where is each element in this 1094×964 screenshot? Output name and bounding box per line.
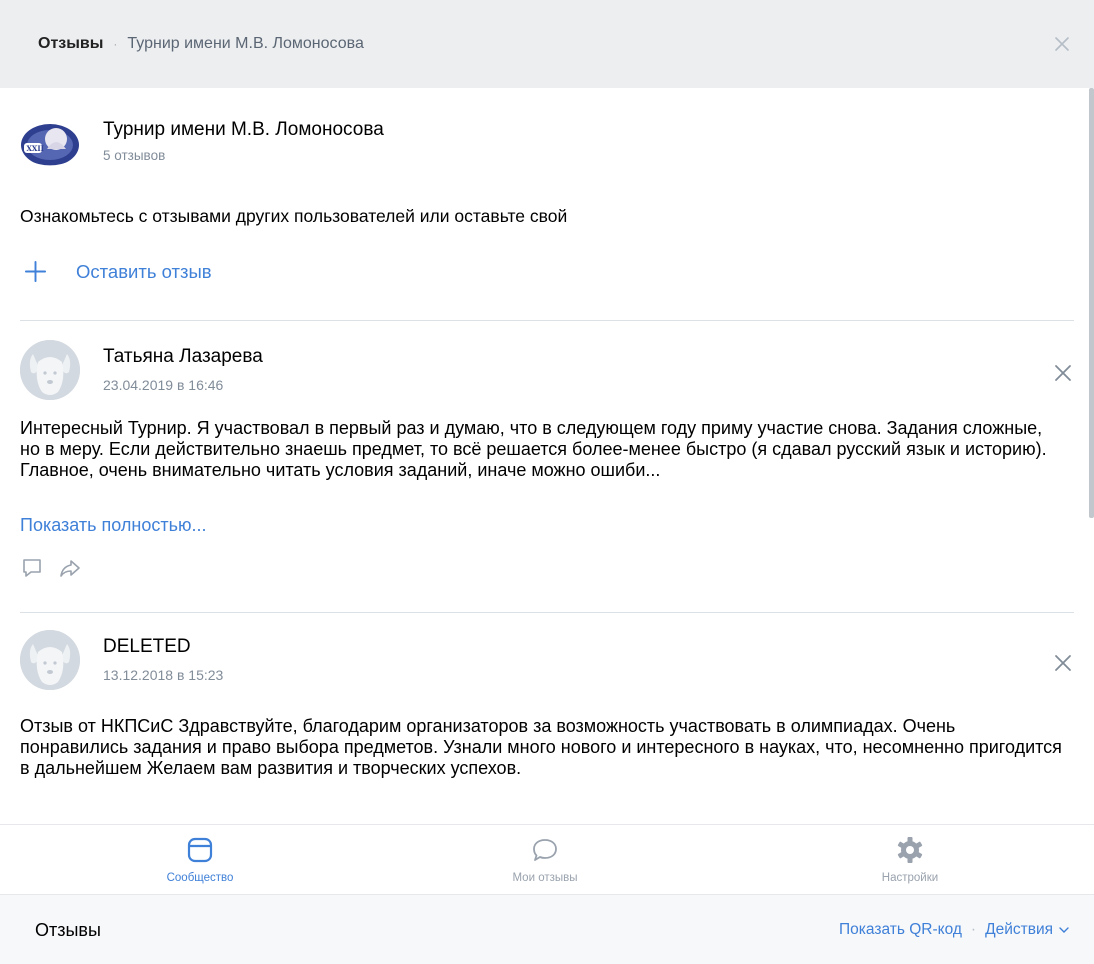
review-item: DELETED 13.12.2018 в 15:23 Отзыв от НКПС… [20,630,1080,824]
tab-my-reviews[interactable]: Мои отзывы [485,825,605,895]
header-separator: · [113,37,118,51]
tab-label: Мои отзывы [512,872,578,884]
show-qr-code-link[interactable]: Показать QR-код [839,921,962,939]
review-actions [20,556,82,580]
close-icon[interactable] [1052,362,1074,384]
show-more-link[interactable]: Показать полностью... [20,515,206,536]
scrollbar-thumb[interactable] [1089,88,1094,518]
review-count: 5 отзывов [103,148,166,163]
intro-text: Ознакомьтесь с отзывами других пользоват… [20,206,568,226]
chevron-down-icon[interactable] [1058,924,1070,936]
avatar[interactable] [20,630,80,690]
review-text: Интересный Турнир. Я участвовал в первый… [20,418,1047,480]
close-icon[interactable] [1052,652,1074,674]
footer-title: Отзывы [35,920,101,940]
review-author[interactable]: DELETED [103,636,191,658]
group-name[interactable]: Турнир имени М.В. Ломоносова [103,119,384,141]
avatar[interactable] [20,340,80,400]
footer-actions: Показать QR-код · Действия [839,921,1070,939]
plus-icon [24,260,47,283]
add-review-button[interactable]: Оставить отзыв [24,260,212,283]
community-icon [187,837,213,863]
footer-separator: · [970,921,977,938]
header-title: Отзывы [38,35,104,52]
tab-label: Сообщество [166,872,234,884]
tab-bar: Сообщество Мои отзывы Настройки [0,824,1094,894]
window-header: Отзывы · Турнир имени М.В. Ломоносова [0,0,1094,88]
gear-icon [897,837,923,863]
add-review-label: Оставить отзыв [76,260,212,282]
divider [20,612,1074,613]
review-author[interactable]: Татьяна Лазарева [103,346,263,368]
reviews-content: XXII Турнир имени М.В. Ломоносова 5 отзы… [0,88,1089,824]
scrollbar[interactable] [1089,88,1094,824]
review-date[interactable]: 23.04.2019 в 16:46 [103,377,223,393]
tournament-logo: XXII [20,113,80,173]
tab-label: Настройки [881,872,939,884]
comment-icon[interactable] [20,556,44,580]
footer-bar: Отзывы Показать QR-код · Действия [0,894,1094,964]
close-icon[interactable] [1052,34,1072,54]
review-date[interactable]: 13.12.2018 в 15:23 [103,667,223,683]
svg-text:XXII: XXII [27,144,44,153]
share-icon[interactable] [58,556,82,580]
divider [20,320,1074,321]
group-header: XXII Турнир имени М.В. Ломоносова 5 отзы… [20,113,384,173]
tab-community[interactable]: Сообщество [140,825,260,895]
header-subtitle: Турнир имени М.В. Ломоносова [127,35,364,52]
review-text: Отзыв от НКПСиС Здравствуйте, благодарим… [20,716,1062,778]
speech-bubble-icon [533,839,557,861]
actions-dropdown[interactable]: Действия [985,921,1053,939]
tab-settings[interactable]: Настройки [850,825,970,895]
review-item: Татьяна Лазарева 23.04.2019 в 16:46 Инте… [20,340,1080,610]
